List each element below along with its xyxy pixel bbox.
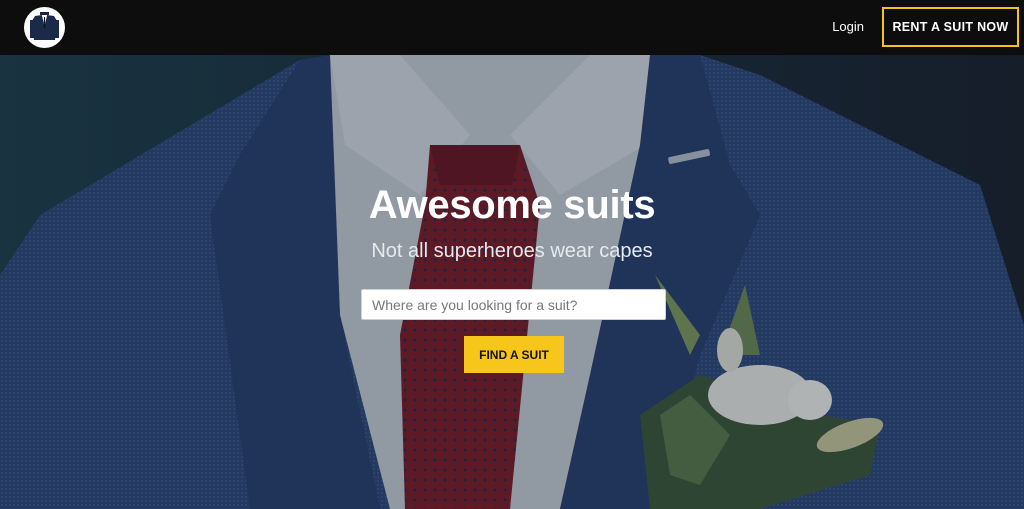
- navbar: Login RENT A SUIT NOW: [0, 0, 1024, 55]
- suit-jacket-icon: [30, 12, 59, 40]
- hero-title: Awesome suits: [368, 183, 656, 227]
- find-suit-button[interactable]: FIND A SUIT: [464, 336, 564, 373]
- hero-section: [0, 55, 1024, 509]
- rent-suit-button[interactable]: RENT A SUIT NOW: [882, 7, 1019, 47]
- hero-overlay: [0, 55, 1024, 509]
- logo[interactable]: [24, 7, 65, 48]
- login-link[interactable]: Login: [832, 19, 864, 34]
- hero-subtitle: Not all superheroes wear capes: [371, 240, 653, 262]
- location-search-input[interactable]: [361, 289, 666, 320]
